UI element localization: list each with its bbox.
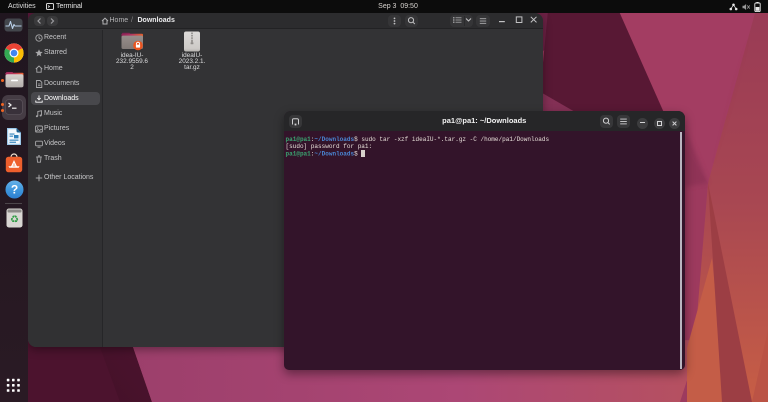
- svg-text:?: ?: [10, 183, 17, 197]
- svg-text:♻: ♻: [10, 215, 19, 226]
